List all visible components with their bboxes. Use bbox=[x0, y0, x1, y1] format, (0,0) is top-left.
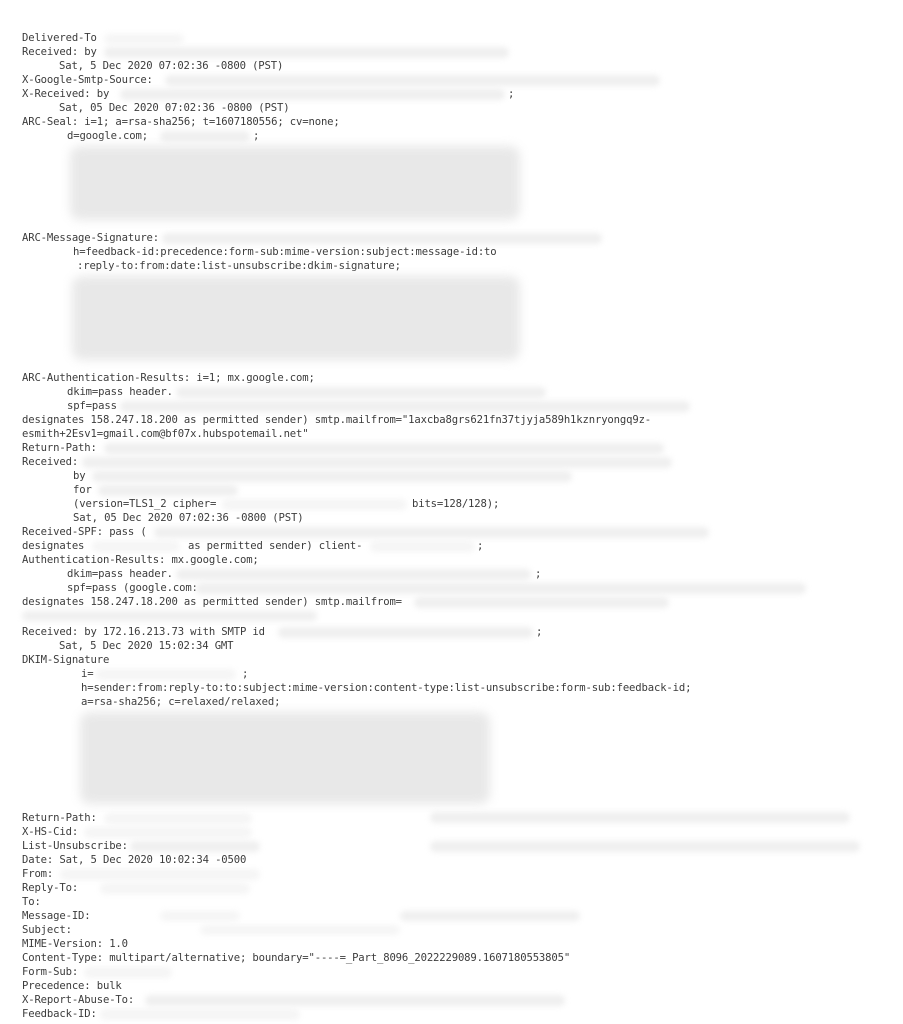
header-delivered-to: Delivered-To bbox=[22, 32, 97, 44]
redacted-value bbox=[22, 611, 317, 621]
header-arc-message-signature-h2: :reply-to:from:date:list-unsubscribe:dki… bbox=[77, 260, 401, 272]
redacted-value bbox=[130, 841, 260, 852]
header-arc-seal-domain: d=google.com; bbox=[67, 130, 148, 142]
header-x-received-date: Sat, 05 Dec 2020 07:02:36 -0800 (PST) bbox=[59, 102, 290, 114]
redacted-value bbox=[104, 47, 509, 58]
header-list-unsubscribe: List-Unsubscribe: bbox=[22, 840, 128, 852]
header-return-path-2: Return-Path: bbox=[22, 812, 97, 824]
header-received-2-date: Sat, 05 Dec 2020 07:02:36 -0800 (PST) bbox=[73, 512, 304, 524]
header-received-3-date: Sat, 5 Dec 2020 15:02:34 GMT bbox=[59, 640, 234, 652]
header-mime-version: MIME-Version: 1.0 bbox=[22, 938, 128, 950]
header-auth-spf: spf=pass (google.com: bbox=[67, 582, 198, 594]
redacted-value bbox=[154, 527, 709, 538]
header-received-spf-designates: designates bbox=[22, 540, 85, 552]
header-received-3: Received: by 172.16.213.73 with SMTP id bbox=[22, 626, 265, 638]
redacted-value bbox=[82, 457, 672, 468]
redacted-value bbox=[200, 925, 400, 935]
header-received-spf-client: as permitted sender) client- bbox=[188, 540, 363, 552]
header-received-date: Sat, 5 Dec 2020 07:02:36 -0800 (PST) bbox=[59, 60, 284, 72]
header-arc-auth-designates: designates 158.247.18.200 as permitted s… bbox=[22, 414, 652, 426]
header-received-2-for: for bbox=[73, 484, 92, 496]
header-dkim-a: a=rsa-sha256; c=relaxed/relaxed; bbox=[81, 696, 281, 708]
header-from: From: bbox=[22, 868, 54, 880]
redacted-value bbox=[165, 75, 660, 86]
redacted-value bbox=[100, 883, 250, 894]
header-precedence: Precedence: bulk bbox=[22, 980, 122, 992]
redacted-value bbox=[84, 967, 172, 978]
header-authentication-results: Authentication-Results: mx.google.com; bbox=[22, 554, 259, 566]
redacted-value bbox=[104, 34, 184, 44]
redacted-value bbox=[414, 597, 669, 608]
redacted-value bbox=[176, 387, 546, 398]
header-dkim-i-tail: ; bbox=[242, 668, 249, 680]
redacted-value bbox=[98, 485, 238, 496]
redacted-value bbox=[222, 499, 407, 510]
header-received-2-bits: bits=128/128); bbox=[412, 498, 500, 510]
redacted-value bbox=[104, 443, 664, 454]
header-arc-message-signature: ARC-Message-Signature: bbox=[22, 232, 160, 244]
redacted-value bbox=[145, 995, 565, 1006]
redacted-value bbox=[96, 669, 236, 680]
redacted-value bbox=[100, 1009, 300, 1020]
header-message-id: Message-ID: bbox=[22, 910, 91, 922]
redacted-value bbox=[278, 627, 533, 638]
header-feedback-id: Feedback-ID: bbox=[22, 1008, 97, 1020]
header-auth-designates: designates 158.247.18.200 as permitted s… bbox=[22, 596, 402, 608]
header-x-report-abuse-to: X-Report-Abuse-To: bbox=[22, 994, 135, 1006]
header-received-2-by: by bbox=[73, 470, 86, 482]
header-date: Date: Sat, 5 Dec 2020 10:02:34 -0500 bbox=[22, 854, 247, 866]
header-dkim-i: i= bbox=[81, 668, 94, 680]
redacted-value bbox=[162, 233, 602, 244]
header-received-spf: Received-SPF: pass ( bbox=[22, 526, 147, 538]
redacted-value bbox=[104, 813, 252, 824]
header-arc-seal-tail: ; bbox=[253, 130, 260, 142]
header-received-spf-tail: ; bbox=[477, 540, 484, 552]
header-received: Received: by bbox=[22, 46, 97, 58]
redacted-value bbox=[370, 541, 475, 552]
redacted-value bbox=[92, 471, 572, 482]
header-dkim-h: h=sender:from:reply-to:to:subject:mime-v… bbox=[81, 682, 692, 694]
redacted-value bbox=[120, 401, 690, 412]
header-received-2-tls: (version=TLS1_2 cipher= bbox=[73, 498, 217, 510]
header-content-type: Content-Type: multipart/alternative; bou… bbox=[22, 952, 571, 964]
redacted-signature-block bbox=[72, 276, 520, 360]
email-headers-document: Delivered-To Received: by Sat, 5 Dec 202… bbox=[0, 0, 903, 1024]
header-return-path: Return-Path: bbox=[22, 442, 97, 454]
header-x-received: X-Received: by bbox=[22, 88, 110, 100]
header-received-3-tail: ; bbox=[536, 626, 543, 638]
redacted-value bbox=[84, 827, 252, 838]
redacted-signature-block bbox=[80, 712, 490, 804]
redacted-value bbox=[160, 911, 240, 921]
header-arc-auth-mailfrom: esmith+2Esv1=gmail.com@bf07x.hubspotemai… bbox=[22, 428, 309, 440]
redacted-value bbox=[430, 841, 860, 852]
header-arc-auth-spf: spf=pass bbox=[67, 400, 117, 412]
redacted-value bbox=[430, 812, 850, 823]
header-to: To: bbox=[22, 896, 41, 908]
header-arc-auth-dkim: dkim=pass header. bbox=[67, 386, 173, 398]
redacted-signature-block bbox=[70, 146, 520, 220]
header-arc-seal: ARC-Seal: i=1; a=rsa-sha256; t=160718055… bbox=[22, 116, 340, 128]
header-arc-authentication-results: ARC-Authentication-Results: i=1; mx.goog… bbox=[22, 372, 315, 384]
header-x-hs-cid: X-HS-Cid: bbox=[22, 826, 79, 838]
header-subject: Subject: bbox=[22, 924, 72, 936]
redacted-value bbox=[176, 569, 531, 580]
redacted-value bbox=[92, 541, 180, 552]
header-reply-to: Reply-To: bbox=[22, 882, 79, 894]
redacted-value bbox=[196, 583, 806, 594]
header-x-received-tail: ; bbox=[508, 88, 515, 100]
redacted-value bbox=[60, 869, 260, 880]
header-arc-message-signature-h1: h=feedback-id:precedence:form-sub:mime-v… bbox=[73, 246, 497, 258]
header-dkim-signature: DKIM-Signature bbox=[22, 654, 110, 666]
header-received-2: Received: bbox=[22, 456, 79, 468]
header-x-google-smtp-source: X-Google-Smtp-Source: bbox=[22, 74, 153, 86]
redacted-value bbox=[160, 131, 250, 142]
redacted-value bbox=[400, 911, 580, 921]
header-form-sub: Form-Sub: bbox=[22, 966, 79, 978]
header-auth-dkim-tail: ; bbox=[535, 568, 542, 580]
header-auth-dkim: dkim=pass header. bbox=[67, 568, 173, 580]
redacted-value bbox=[120, 89, 505, 100]
